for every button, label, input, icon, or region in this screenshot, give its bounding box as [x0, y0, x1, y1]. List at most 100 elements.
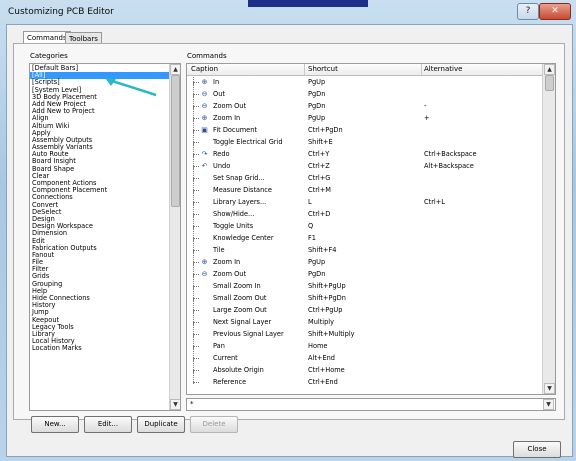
tree-line — [193, 298, 199, 299]
command-shortcut: PgDn — [308, 90, 326, 98]
category-item[interactable]: Filter — [30, 265, 169, 273]
tree-line — [193, 106, 199, 107]
command-shortcut: L — [308, 198, 312, 206]
column-caption[interactable]: Caption — [191, 64, 218, 75]
command-row[interactable]: ⊕ Zoom In PgUp + — [187, 108, 542, 124]
column-alternative[interactable]: Alternative — [424, 64, 462, 75]
commands-table-header: Caption Shortcut Alternative — [187, 64, 542, 76]
categories-scroll-thumb[interactable] — [171, 75, 180, 207]
command-caption: Zoom In — [213, 114, 241, 122]
commands-table[interactable]: Caption Shortcut Alternative ⊕ In PgUp ⊖ Out… — [186, 63, 556, 395]
category-item[interactable]: File — [30, 258, 169, 266]
command-row[interactable]: ▣ Fit Document Ctrl+PgDn — [187, 120, 542, 136]
category-item[interactable]: Dimension — [30, 230, 169, 238]
help-button[interactable]: ? — [517, 3, 539, 20]
column-shortcut[interactable]: Shortcut — [308, 64, 338, 75]
command-row[interactable]: Next Signal Layer Multiply — [187, 312, 542, 328]
tree-line — [193, 238, 199, 239]
tree-line — [193, 82, 199, 83]
command-row[interactable]: Small Zoom Out Shift+PgDn — [187, 288, 542, 304]
command-caption: Show/Hide... — [213, 210, 255, 218]
category-item[interactable]: Add New to Project — [30, 107, 169, 115]
command-filter-combo[interactable]: * ▼ — [186, 398, 556, 411]
tree-line — [193, 262, 199, 263]
command-caption: Reference — [213, 378, 247, 386]
command-row[interactable]: ⊖ Zoom Out PgDn - — [187, 96, 542, 112]
command-alternative: - — [424, 102, 427, 110]
tree-line — [193, 142, 199, 143]
categories-label: Categories — [30, 52, 68, 60]
tree-line — [193, 286, 199, 287]
command-row[interactable]: Tile Shift+F4 — [187, 240, 542, 256]
command-row[interactable]: Large Zoom Out Ctrl+PgUp — [187, 300, 542, 316]
command-row[interactable]: Pan Home — [187, 336, 542, 352]
command-row[interactable]: Show/Hide... Ctrl+D — [187, 204, 542, 220]
command-caption: Small Zoom Out — [213, 294, 267, 302]
command-caption: Large Zoom Out — [213, 306, 267, 314]
command-row[interactable]: ↷ Redo Ctrl+Y Ctrl+Backspace — [187, 144, 542, 160]
command-shortcut: PgDn — [308, 270, 326, 278]
command-caption: Set Snap Grid... — [213, 174, 265, 182]
close-button[interactable]: Close — [513, 441, 561, 458]
command-row[interactable]: Set Snap Grid... Ctrl+G — [187, 168, 542, 184]
tree-line — [193, 334, 199, 335]
command-row[interactable]: Measure Distance Ctrl+M — [187, 180, 542, 196]
category-item[interactable]: Fanout — [30, 251, 169, 259]
close-window-button[interactable]: ✕ — [539, 3, 571, 20]
tree-line — [193, 250, 199, 251]
command-alternative: Alt+Backspace — [424, 162, 474, 170]
category-item[interactable]: Location Marks — [30, 345, 169, 353]
category-item[interactable]: Grouping — [30, 280, 169, 288]
category-item[interactable]: History — [30, 301, 169, 309]
tree-line — [193, 130, 199, 131]
scroll-up-icon[interactable]: ▲ — [170, 64, 180, 75]
tree-line — [193, 358, 199, 359]
window-title: Customizing PCB Editor — [8, 7, 114, 17]
tree-line — [193, 382, 199, 383]
scroll-down-icon[interactable]: ▼ — [544, 383, 555, 394]
command-shortcut: Ctrl+Z — [308, 162, 330, 170]
command-shortcut: PgUp — [308, 258, 326, 266]
command-caption: Zoom Out — [213, 270, 247, 278]
commands-label: Commands — [187, 52, 227, 60]
command-row[interactable]: Toggle Units Q — [187, 216, 542, 232]
command-row[interactable]: Toggle Electrical Grid Shift+E — [187, 132, 542, 148]
categories-list[interactable]: [Default Bars] [All] [Scripts] [System Leve… — [29, 63, 181, 411]
new-button[interactable]: New... — [31, 416, 79, 433]
category-item[interactable]: [Default Bars] — [30, 64, 169, 72]
delete-button[interactable]: Delete — [190, 416, 238, 433]
command-row[interactable]: ⊕ In PgUp — [187, 76, 542, 88]
duplicate-button[interactable]: Duplicate — [137, 416, 185, 433]
categories-scrollbar[interactable]: ▲ ▼ — [169, 64, 180, 410]
command-row[interactable]: Library Layers... L Ctrl+L — [187, 192, 542, 208]
scroll-up-icon[interactable]: ▲ — [544, 64, 555, 75]
command-row[interactable]: Absolute Origin Ctrl+Home — [187, 360, 542, 376]
command-caption: Undo — [213, 162, 231, 170]
category-item[interactable]: Board Shape — [30, 165, 169, 173]
command-row[interactable]: Small Zoom In Shift+PgUp — [187, 276, 542, 292]
title-bar: Customizing PCB Editor ? ✕ — [0, 0, 576, 26]
command-shortcut: Shift+E — [308, 138, 333, 146]
commands-scrollbar[interactable]: ▲ ▼ — [542, 64, 555, 394]
command-caption: Out — [213, 90, 225, 98]
command-caption: Fit Document — [213, 126, 257, 134]
command-caption: Absolute Origin — [213, 366, 264, 374]
command-row[interactable]: Previous Signal Layer Shift+Multiply — [187, 324, 542, 340]
dropdown-arrow-icon[interactable]: ▼ — [543, 399, 554, 410]
command-shortcut: Shift+F4 — [308, 246, 337, 254]
edit-button[interactable]: Edit... — [84, 416, 132, 433]
command-row[interactable]: Knowledge Center F1 — [187, 228, 542, 244]
command-row[interactable]: ⊖ Out PgDn — [187, 84, 542, 100]
scroll-down-icon[interactable]: ▼ — [170, 399, 180, 410]
command-shortcut: Ctrl+PgUp — [308, 306, 343, 314]
command-row[interactable]: ⊖ Zoom Out PgDn — [187, 264, 542, 280]
command-row[interactable]: Reference Ctrl+End — [187, 372, 542, 388]
command-row[interactable]: ⊕ Zoom In PgUp — [187, 252, 542, 268]
command-row[interactable]: ↶ Undo Ctrl+Z Alt+Backspace — [187, 156, 542, 172]
command-shortcut: Alt+End — [308, 354, 335, 362]
command-caption: Pan — [213, 342, 225, 350]
command-row[interactable]: Current Alt+End — [187, 348, 542, 364]
command-alternative: + — [424, 114, 430, 122]
commands-scroll-thumb[interactable] — [545, 75, 554, 91]
command-shortcut: PgUp — [308, 114, 326, 122]
